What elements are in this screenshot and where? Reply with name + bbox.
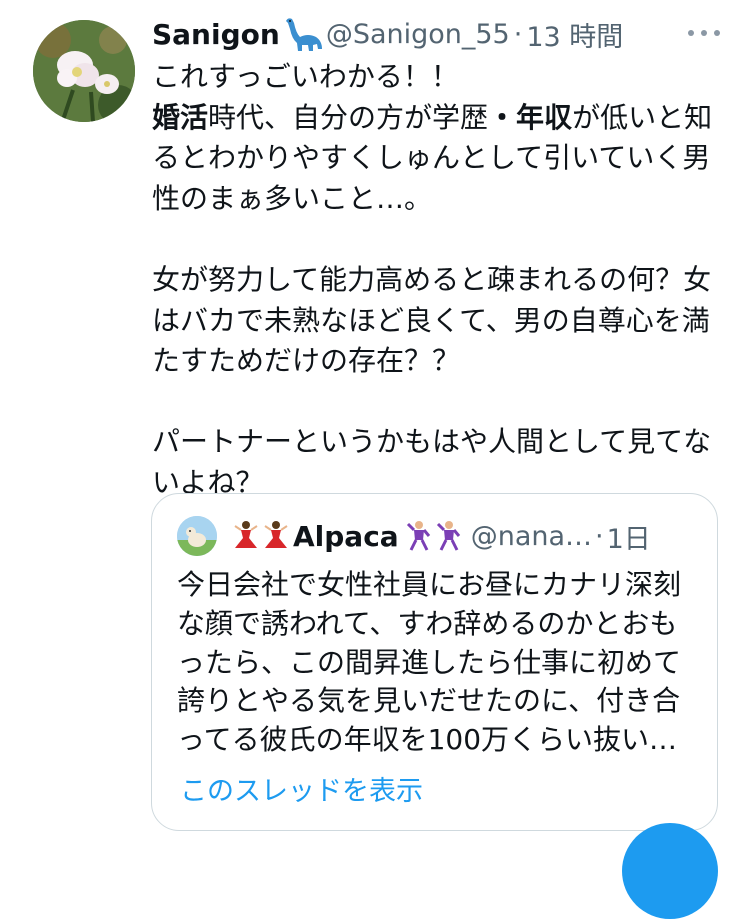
tweet-line: パートナーというかもはや人間として見てな	[152, 425, 712, 459]
tweet-line: これすっごいわかる！！	[152, 60, 459, 93]
dancer-icon	[231, 520, 259, 552]
man-dancing-icon	[405, 520, 433, 552]
show-thread-link[interactable]: このスレッドを表示	[180, 769, 423, 808]
tweet-text: これすっごいわかる！！ 婚活時代、自分の方が学歴・年収が低いと知 るとわかりやす…	[152, 57, 722, 504]
quote-author-handle[interactable]: @nana…	[471, 521, 592, 552]
flower-photo	[33, 20, 135, 122]
tweet-time[interactable]: 13 時間	[526, 15, 623, 54]
quote-tweet-card[interactable]: Alpaca @nana… · 1日 今日会社で女性社員にお昼にカナリ深刻 な顔…	[151, 493, 718, 831]
quote-line: 誇りとやる気を見いだせたのに、付き合	[177, 684, 681, 718]
man-dancing-icon	[435, 520, 463, 552]
bold-text: 年収	[516, 100, 573, 134]
more-icon[interactable]	[684, 20, 724, 46]
quote-line: 今日会社で女性社員にお昼にカナリ深刻	[177, 568, 682, 601]
tweet-line: たすためだけの存在？？	[152, 344, 461, 378]
tweet-line: 婚活時代、自分の方が学歴・年収が低いと知	[152, 98, 722, 139]
compose-button[interactable]	[622, 823, 718, 919]
dancer-icon	[261, 520, 289, 552]
quote-line: ったら、この間昇進したら仕事に初めて	[177, 645, 682, 679]
sauropod-icon	[282, 15, 324, 53]
quote-author-name[interactable]: Alpaca	[293, 520, 399, 553]
author-name[interactable]: Sanigon	[152, 18, 280, 51]
quote-header: Alpaca @nana… · 1日	[177, 514, 697, 558]
tweet-line: 性のまぁ多いこと…。	[152, 181, 433, 215]
tweet-line: 女が努力して能力高めると疎まれるの何？女	[152, 262, 712, 296]
quote-time[interactable]: 1日	[607, 517, 651, 556]
quote-text: 今日会社で女性社員にお昼にカナリ深刻 な顔で誘われて、すわ辞めるのかとおも った…	[177, 566, 697, 760]
text-segment: が低いと知	[572, 100, 713, 134]
bold-dot: ・	[488, 100, 517, 134]
quote-line: ってる彼氏の年収を100万くらい抜い…	[177, 723, 678, 757]
author-avatar[interactable]	[33, 20, 135, 122]
quote-line: な顔で誘われて、すわ辞めるのかとおも	[177, 606, 678, 640]
author-handle[interactable]: @Sanigon_55	[326, 19, 510, 50]
separator-dot: ·	[595, 520, 604, 552]
tweet-header: Sanigon @Sanigon_55 · 13 時間	[152, 14, 732, 54]
text-segment: 時代、自分の方が学歴	[208, 100, 489, 134]
separator-dot: ·	[513, 18, 523, 50]
quote-avatar[interactable]	[177, 516, 217, 556]
bold-text: 婚活	[152, 100, 209, 134]
tweet-line: るとわかりやすくしゅんとして引いていく男	[152, 141, 711, 175]
tweet-line: はバカで未熟なほど良くて、男の自尊心を満	[152, 303, 710, 337]
